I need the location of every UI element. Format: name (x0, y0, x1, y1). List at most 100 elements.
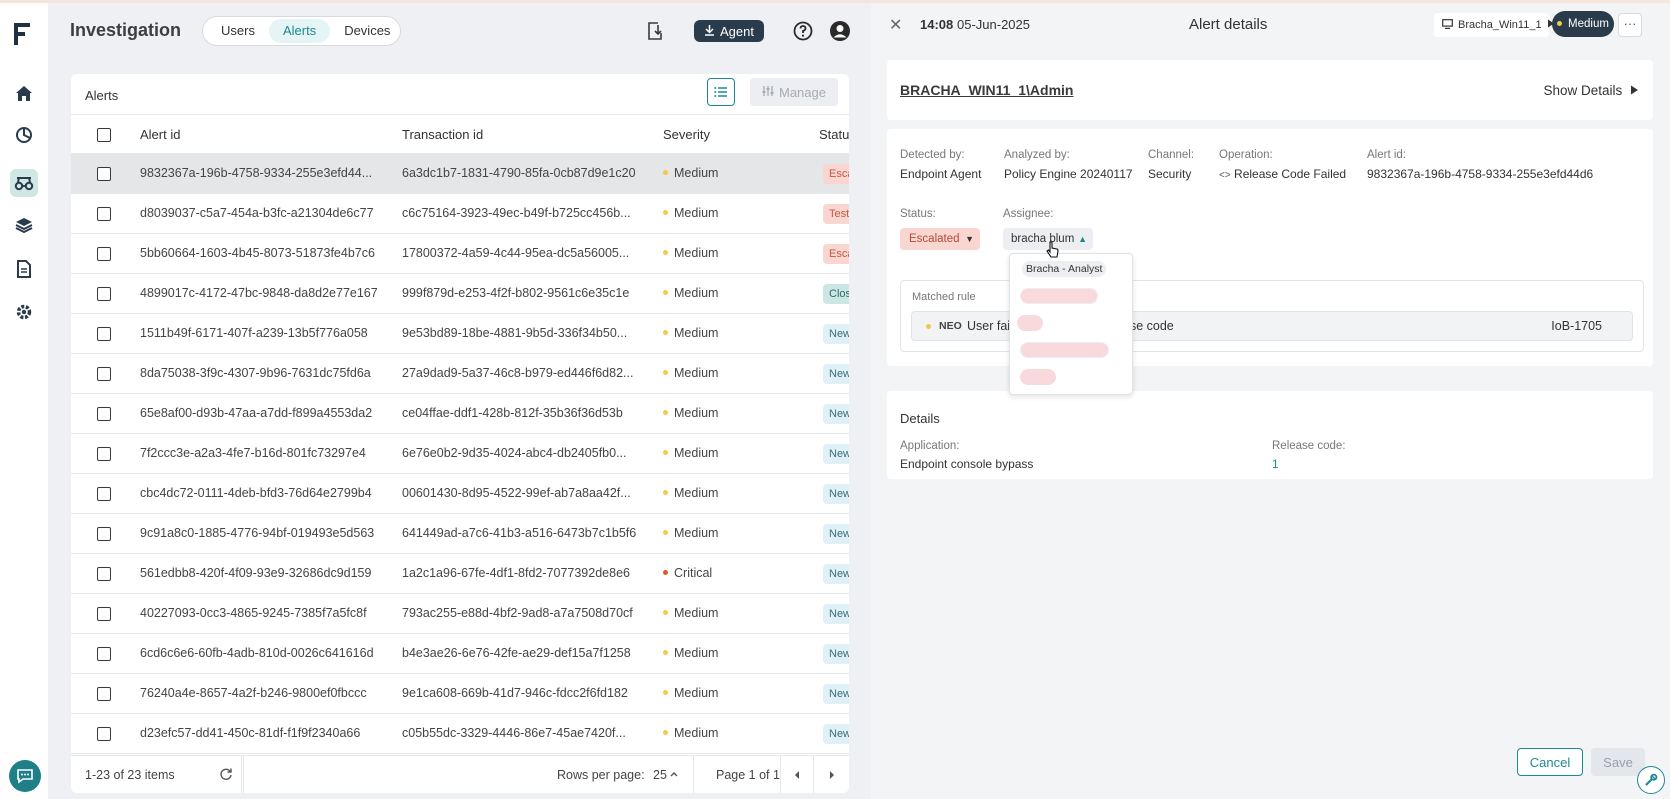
row-checkbox[interactable] (97, 167, 111, 181)
table-row[interactable]: cbc4dc72-0111-4deb-bfd3-76d64e2799b4 0060… (71, 474, 849, 514)
table-row[interactable]: 561edbb8-420f-4f09-93e9-32686dc9d159 1a2c… (71, 554, 849, 594)
assignee-option-redacted[interactable] (1020, 288, 1098, 304)
row-checkbox[interactable] (97, 607, 111, 621)
severity-dot (663, 490, 668, 496)
table-row[interactable]: 65e8af00-d93b-47aa-a7dd-f899a4553da2 ce04… (71, 394, 849, 434)
tab-alerts[interactable]: Alerts (268, 19, 331, 43)
col-severity[interactable]: Severity (663, 127, 710, 142)
save-button[interactable]: Save (1591, 748, 1645, 776)
more-options-icon[interactable]: ··· (1618, 13, 1642, 37)
severity-cell: Medium (663, 366, 718, 380)
manage-label: Manage (779, 84, 826, 100)
tab-devices[interactable]: Devices (330, 19, 404, 43)
row-checkbox[interactable] (97, 207, 111, 221)
severity-dot (663, 330, 668, 336)
table-row[interactable]: 6cd6c6e6-60fb-4adb-810d-0026c641616d b4e3… (71, 634, 849, 674)
alerts-table-body: 9832367a-196b-4758-9334-255e3efd44... 6a3… (71, 154, 849, 754)
list-view-icon[interactable] (707, 78, 735, 106)
severity-cell: Medium (663, 646, 718, 660)
device-chip[interactable]: Bracha_Win11_1 (1434, 13, 1554, 37)
status-label: Status: (900, 208, 936, 220)
transaction-id-cell: 9e53bd89-18be-4881-9b5d-336f34b50... (402, 326, 628, 340)
help-icon[interactable] (790, 18, 816, 44)
table-row[interactable]: 8da75038-3f9c-4307-9b96-7631dc75fd6a 27a9… (71, 354, 849, 394)
col-transaction-id[interactable]: Transaction id (402, 127, 483, 142)
row-checkbox[interactable] (97, 487, 111, 501)
pie-chart-icon[interactable] (10, 121, 38, 149)
show-details-button[interactable]: Show Details (1543, 83, 1639, 98)
download-icon[interactable] (642, 18, 668, 44)
table-row[interactable]: 40227093-0cc3-4865-9245-7385f7a5fc8f 793a… (71, 594, 849, 634)
table-row[interactable]: 7f2ccc3e-a2a3-4fe7-b16d-801fc73297e4 6e76… (71, 434, 849, 474)
home-icon[interactable] (10, 80, 38, 108)
manage-button[interactable]: Manage (750, 78, 838, 106)
profile-icon[interactable] (827, 18, 853, 44)
severity-cell: Medium (663, 526, 718, 540)
rows-per-page-select[interactable]: 25 (653, 768, 667, 782)
user-link[interactable]: BRACHA_WIN11_1\Admin (900, 82, 1073, 98)
transaction-id-cell: c05b55dc-3329-4446-86e7-45ae7420f... (402, 726, 626, 740)
row-checkbox[interactable] (97, 247, 111, 261)
table-row[interactable]: d8039037-c5a7-454a-b3fc-a21304de6c77 c6c7… (71, 194, 849, 234)
assignee-option-redacted[interactable] (1020, 342, 1109, 358)
row-checkbox[interactable] (97, 567, 111, 581)
alert-id-cell: 4899017c-4172-47bc-9848-da8d2e77e167 (140, 286, 378, 300)
transaction-id-cell: 793ac255-e88d-4bf2-9ad8-a7a7508d70cf (402, 606, 633, 620)
col-status[interactable]: Status (819, 127, 849, 142)
row-checkbox[interactable] (97, 407, 111, 421)
status-badge: New (823, 404, 849, 424)
assignee-option-redacted[interactable] (1017, 315, 1043, 331)
row-checkbox[interactable] (97, 287, 111, 301)
close-icon[interactable]: ✕ (889, 15, 902, 35)
tab-users[interactable]: Users (207, 19, 269, 43)
wrench-icon[interactable] (1637, 766, 1665, 794)
alert-id-label: Alert id: (1367, 149, 1406, 161)
assignee-option-redacted[interactable] (1020, 369, 1056, 385)
row-checkbox[interactable] (97, 527, 111, 541)
document-icon[interactable] (10, 255, 38, 283)
monitor-icon (1442, 18, 1453, 32)
select-all-checkbox[interactable] (97, 128, 111, 142)
detected-by-value: Endpoint Agent (900, 167, 982, 181)
severity-cell: Medium (663, 206, 718, 220)
row-checkbox[interactable] (97, 447, 111, 461)
alert-id-cell: 9c91a8c0-1885-4776-94bf-019493e5d563 (140, 526, 375, 540)
alert-id-cell: d8039037-c5a7-454a-b3fc-a21304de6c77 (140, 206, 374, 220)
row-checkbox[interactable] (97, 727, 111, 741)
cancel-button[interactable]: Cancel (1517, 748, 1583, 776)
page-indicator: Page 1 of 1 (716, 768, 780, 782)
severity-dot (663, 450, 668, 456)
table-row[interactable]: 9832367a-196b-4758-9334-255e3efd44... 6a3… (71, 154, 849, 194)
col-alert-id[interactable]: Alert id (140, 127, 180, 142)
investigation-icon[interactable] (10, 169, 38, 197)
row-checkbox[interactable] (97, 327, 111, 341)
assignee-option[interactable]: Bracha - Analyst (1022, 261, 1106, 277)
severity-dot (663, 530, 668, 536)
layers-icon[interactable] (10, 211, 38, 239)
application-label: Application: (900, 440, 960, 452)
table-row[interactable]: 1511b49f-6171-407f-a239-13b5f776a058 9e53… (71, 314, 849, 354)
chevron-up-icon[interactable] (669, 768, 679, 782)
gear-icon[interactable] (10, 298, 38, 326)
row-checkbox[interactable] (97, 687, 111, 701)
table-row[interactable]: 5bb60664-1603-4b45-8073-51873fe4b7c6 1780… (71, 234, 849, 274)
table-row[interactable]: 76240a4e-8657-4a2f-b246-9800ef0fbccc 9e1c… (71, 674, 849, 714)
prev-page-icon[interactable] (793, 769, 801, 783)
agent-label: Agent (720, 23, 754, 39)
rule-text-left: User fai (967, 319, 1011, 333)
chat-icon[interactable] (9, 760, 41, 792)
table-row[interactable]: 9c91a8c0-1885-4776-94bf-019493e5d563 6414… (71, 514, 849, 554)
refresh-icon[interactable] (219, 767, 233, 784)
row-checkbox[interactable] (97, 367, 111, 381)
row-checkbox[interactable] (97, 647, 111, 661)
view-tabs: Users Alerts Devices (202, 16, 401, 46)
table-row[interactable]: d23efc57-dd41-450c-81df-f1f9f2340a66 c05b… (71, 714, 849, 754)
status-select[interactable]: Escalated ▼ (900, 228, 980, 250)
table-row[interactable]: 4899017c-4172-47bc-9848-da8d2e77e167 999f… (71, 274, 849, 314)
next-page-icon[interactable] (828, 769, 836, 783)
agent-button[interactable]: Agent (694, 20, 764, 42)
severity-pill: Medium (1552, 11, 1614, 37)
neo-badge: NEO (939, 320, 962, 332)
alert-info-card: Detected by: Endpoint Agent Analyzed by:… (887, 129, 1653, 366)
mouse-cursor-icon (1046, 241, 1060, 264)
